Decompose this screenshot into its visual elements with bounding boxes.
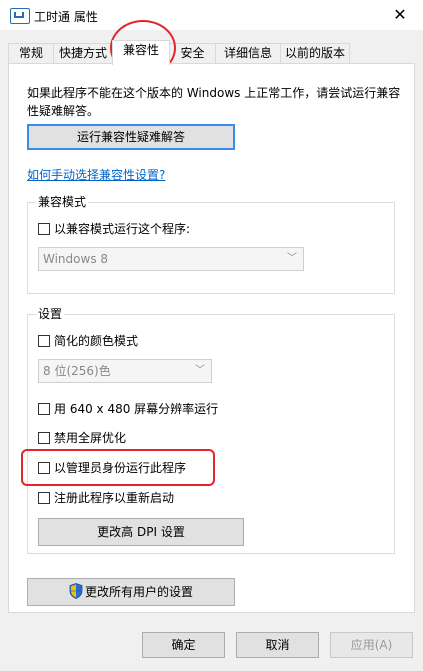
- os-version-value: Windows 8: [43, 252, 109, 266]
- change-all-users-button[interactable]: 更改所有用户的设置: [27, 578, 235, 606]
- compatibility-panel: 如果此程序不能在这个版本的 Windows 上正常工作，请尝试运行兼容性疑难解答…: [8, 63, 415, 613]
- manual-settings-link[interactable]: 如何手动选择兼容性设置?: [27, 166, 165, 183]
- settings-label: 设置: [36, 306, 65, 322]
- res-640-label: 用 640 x 480 屏幕分辨率运行: [54, 402, 219, 416]
- tab-previous-versions[interactable]: 以前的版本: [280, 43, 350, 64]
- register-restart-checkbox[interactable]: [38, 492, 50, 504]
- reduced-color-row[interactable]: 简化的颜色模式: [38, 333, 138, 349]
- close-button[interactable]: ✕: [377, 0, 423, 30]
- tab-details[interactable]: 详细信息: [215, 43, 281, 64]
- disable-fullscreen-row[interactable]: 禁用全屏优化: [38, 430, 126, 446]
- high-dpi-button[interactable]: 更改高 DPI 设置: [38, 518, 244, 546]
- chevron-down-icon: ﹀: [287, 253, 297, 264]
- troubleshoot-button[interactable]: 运行兼容性疑难解答: [27, 124, 235, 150]
- disable-fullscreen-label: 禁用全屏优化: [54, 431, 127, 445]
- res-640-row[interactable]: 用 640 x 480 屏幕分辨率运行: [38, 401, 218, 417]
- annotation-highlight: [21, 449, 215, 486]
- compat-mode-label: 兼容模式: [36, 194, 89, 210]
- os-version-select[interactable]: Windows 8 ﹀: [38, 247, 304, 271]
- color-depth-value: 8 位(256)色: [43, 364, 111, 378]
- compat-mode-checkbox[interactable]: [38, 223, 50, 235]
- app-icon: [10, 8, 30, 24]
- apply-button[interactable]: 应用(A): [330, 632, 413, 658]
- uac-shield-icon: [69, 583, 83, 599]
- intro-text: 如果此程序不能在这个版本的 Windows 上正常工作，请尝试运行兼容性疑难解答…: [27, 86, 401, 118]
- register-restart-label: 注册此程序以重新启动: [54, 491, 175, 505]
- settings-group: 设置 简化的颜色模式 8 位(256)色 ﹀ 用 640 x 480 屏幕分辨率…: [27, 306, 395, 554]
- tab-strip: 常规 快捷方式 兼容性 安全 详细信息 以前的版本: [8, 40, 418, 65]
- window-title: 工时通 属性: [34, 10, 98, 24]
- reduced-color-checkbox[interactable]: [38, 335, 50, 347]
- color-depth-select[interactable]: 8 位(256)色 ﹀: [38, 359, 212, 383]
- tab-security[interactable]: 安全: [169, 43, 216, 64]
- register-restart-row[interactable]: 注册此程序以重新启动: [38, 490, 174, 506]
- ok-button[interactable]: 确定: [142, 632, 225, 658]
- cancel-button[interactable]: 取消: [236, 632, 319, 658]
- title-bar: 工时通 属性 ✕: [0, 0, 423, 30]
- compat-mode-group: 兼容模式 以兼容模式运行这个程序: Windows 8 ﹀: [27, 194, 395, 294]
- res-640-checkbox[interactable]: [38, 403, 50, 415]
- disable-fullscreen-checkbox[interactable]: [38, 432, 50, 444]
- tab-shortcut[interactable]: 快捷方式: [53, 43, 113, 64]
- compat-mode-checkbox-label: 以兼容模式运行这个程序:: [54, 222, 191, 236]
- chevron-down-icon: ﹀: [195, 365, 205, 376]
- change-all-users-label: 更改所有用户的设置: [84, 585, 193, 599]
- tab-general[interactable]: 常规: [8, 43, 54, 64]
- reduced-color-label: 简化的颜色模式: [54, 334, 139, 348]
- tab-compatibility[interactable]: 兼容性: [112, 40, 170, 65]
- compat-mode-checkbox-row[interactable]: 以兼容模式运行这个程序:: [38, 221, 190, 237]
